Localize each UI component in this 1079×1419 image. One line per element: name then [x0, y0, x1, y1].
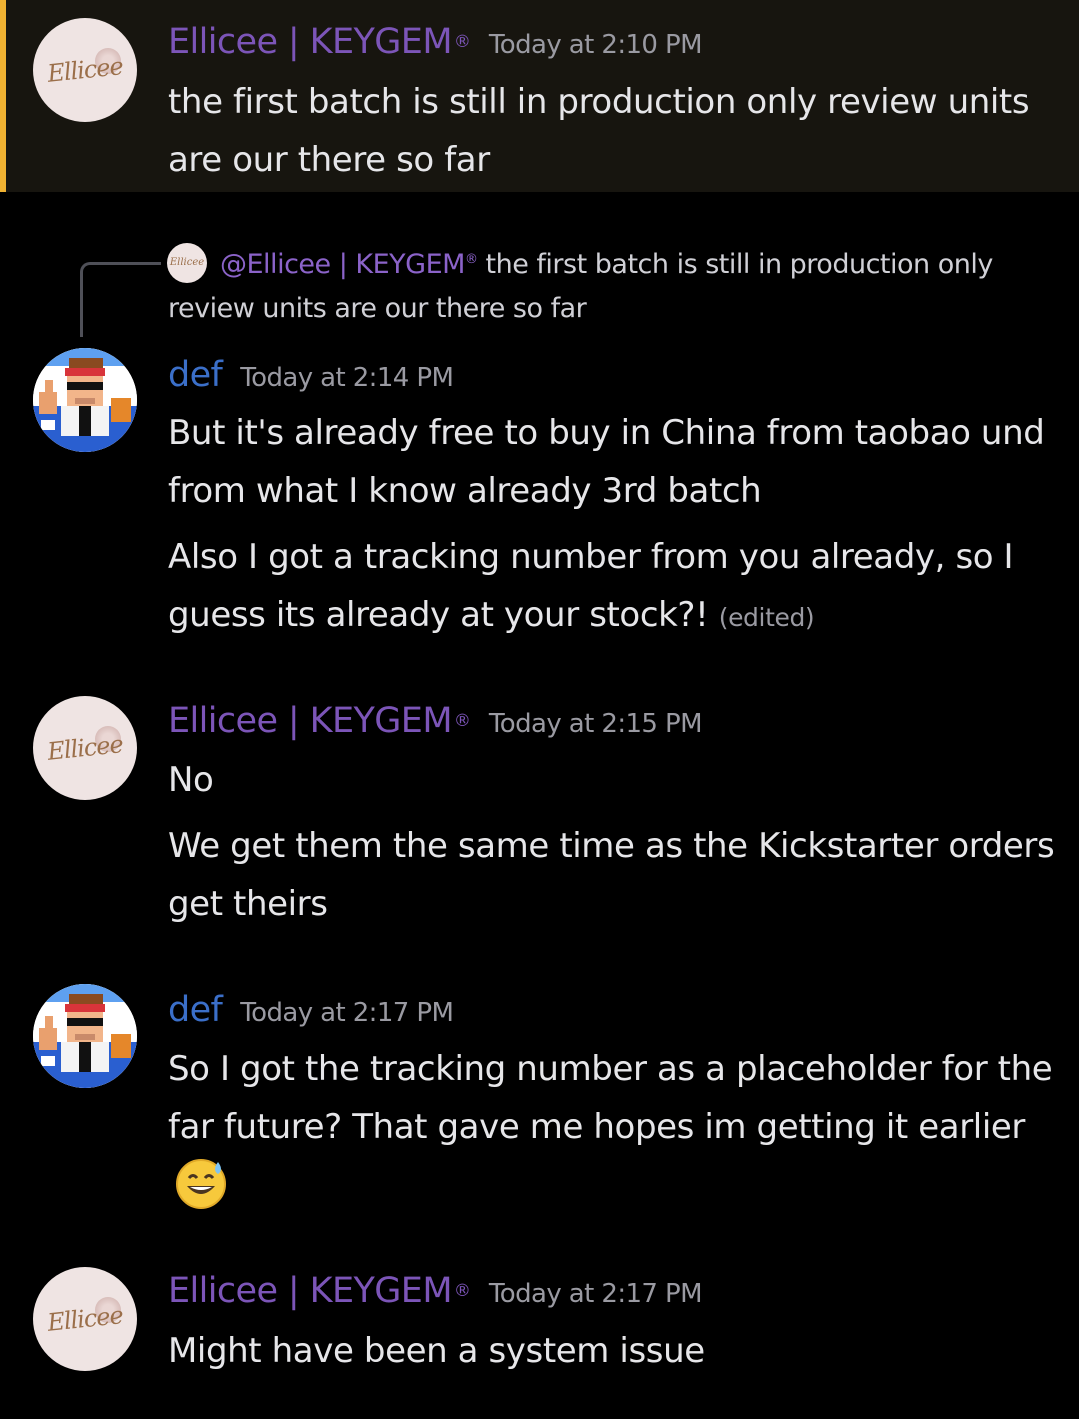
registered-badge: ® — [453, 1280, 471, 1301]
registered-badge: ® — [453, 710, 471, 731]
grinning-sweat-emoji-icon[interactable] — [174, 1156, 228, 1210]
message-text: Also I got a tracking number from you al… — [168, 528, 1058, 647]
timestamp[interactable]: Today at 2:17 PM — [489, 1279, 703, 1309]
avatar-signature: Ellicee — [46, 1301, 124, 1337]
reply-preview[interactable]: @Ellicee | KEYGEM® the first batch is st… — [168, 238, 1048, 331]
author-name[interactable]: Ellicee | KEYGEM — [168, 1271, 453, 1311]
pixel-character-icon — [33, 984, 137, 1088]
message-text: We get them the same time as the Kicksta… — [168, 826, 1055, 924]
message-header: def Today at 2:14 PM — [168, 355, 454, 395]
timestamp[interactable]: Today at 2:15 PM — [489, 709, 703, 739]
pixel-character-icon — [33, 348, 137, 452]
avatar-ellicee[interactable]: Ellicee — [33, 696, 137, 800]
timestamp[interactable]: Today at 2:17 PM — [240, 998, 454, 1028]
message-header: Ellicee | KEYGEM ® Today at 2:15 PM — [168, 701, 703, 741]
author-name[interactable]: Ellicee | KEYGEM — [168, 701, 453, 741]
message-text-content: Also I got a tracking number from you al… — [168, 537, 1014, 635]
message-header: Ellicee | KEYGEM ® Today at 2:17 PM — [168, 1271, 703, 1311]
message-header: def Today at 2:17 PM — [168, 990, 454, 1030]
avatar-def[interactable] — [33, 984, 137, 1088]
avatar-signature: Ellicee — [46, 730, 124, 766]
message-text-content: So I got the tracking number as a placeh… — [168, 1049, 1053, 1147]
message-text: Might have been a system issue — [168, 1331, 705, 1371]
author-name[interactable]: def — [168, 355, 223, 395]
message-text: the first batch is still in production o… — [168, 82, 1030, 180]
message-text: No — [168, 760, 214, 800]
reply-author-mention[interactable]: @Ellicee | KEYGEM — [220, 249, 465, 280]
avatar-ellicee[interactable]: Ellicee — [33, 1267, 137, 1371]
author-name[interactable]: def — [168, 990, 223, 1030]
timestamp[interactable]: Today at 2:10 PM — [489, 30, 703, 60]
message-text: So I got the tracking number as a placeh… — [168, 1040, 1058, 1214]
registered-badge: ® — [453, 31, 471, 52]
message-1: Ellicee Ellicee | KEYGEM ® Today at 2:10 P… — [0, 0, 1079, 192]
message-text: But it's already free to buy in China fr… — [168, 413, 1045, 511]
avatar-signature: Ellicee — [46, 52, 124, 88]
edited-label: (edited) — [718, 603, 815, 632]
timestamp[interactable]: Today at 2:14 PM — [240, 363, 454, 393]
avatar-def[interactable] — [33, 348, 137, 452]
message-header: Ellicee | KEYGEM ® Today at 2:10 PM — [168, 22, 703, 62]
author-name[interactable]: Ellicee | KEYGEM — [168, 22, 453, 62]
mention-highlight-bar — [0, 0, 6, 192]
reply-connector-line — [80, 262, 161, 337]
avatar-ellicee[interactable]: Ellicee — [33, 18, 137, 122]
reply-registered-badge: ® — [464, 252, 478, 267]
